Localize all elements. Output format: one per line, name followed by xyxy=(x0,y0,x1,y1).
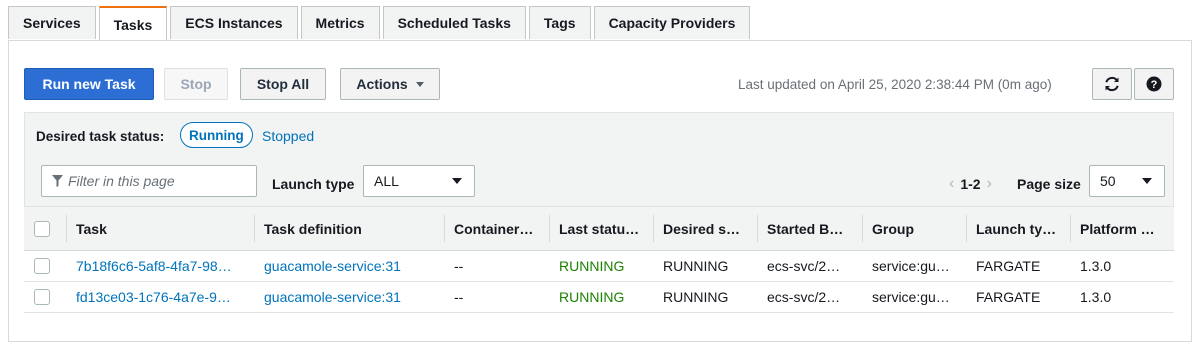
column-header-task[interactable]: Task xyxy=(66,206,254,251)
status-running-toggle[interactable]: Running xyxy=(180,122,253,148)
actions-label: Actions xyxy=(356,76,408,92)
refresh-icon xyxy=(1105,76,1119,92)
last-updated-text: Last updated on April 25, 2020 2:38:44 P… xyxy=(738,77,1052,92)
stop-button[interactable]: Stop xyxy=(164,68,228,100)
launch-type-select[interactable]: ALL xyxy=(363,165,475,197)
tab-metrics[interactable]: Metrics xyxy=(300,6,380,39)
tab-ecs-instances[interactable]: ECS Instances xyxy=(170,6,298,39)
platform-cell: 1.3.0 xyxy=(1070,250,1174,282)
launch-type-label: Launch type xyxy=(272,176,355,192)
column-header-platform[interactable]: Platform … xyxy=(1070,206,1174,251)
tab-capacity-providers[interactable]: Capacity Providers xyxy=(593,6,751,39)
tab-services[interactable]: Services xyxy=(8,6,96,39)
row-checkbox[interactable] xyxy=(34,258,50,274)
row-select-cell[interactable] xyxy=(24,250,66,282)
page-size-value: 50 xyxy=(1100,173,1116,189)
filter-placeholder: Filter in this page xyxy=(68,173,175,189)
svg-text:?: ? xyxy=(1151,79,1158,91)
filter-input[interactable]: Filter in this page xyxy=(41,165,257,197)
chevron-down-icon xyxy=(415,81,424,87)
chevron-down-icon xyxy=(1142,178,1152,184)
started-by-cell: ecs-svc/2… xyxy=(757,281,862,313)
next-page-icon[interactable]: › xyxy=(987,175,992,193)
group-cell: service:gu… xyxy=(862,250,966,282)
pagination: ‹ 1-2 › xyxy=(949,175,992,193)
task-definition-link[interactable]: guacamole-service:31 xyxy=(254,250,444,282)
status-stopped-toggle[interactable]: Stopped xyxy=(262,128,314,144)
desired-status-label: Desired task status: xyxy=(36,129,165,144)
task-id-link[interactable]: 7b18f6c6-5af8-4fa7-98… xyxy=(66,250,254,282)
launch-type-cell: FARGATE xyxy=(966,250,1070,282)
desired-status-cell: RUNNING xyxy=(653,250,757,282)
column-header-last-status[interactable]: Last statu… xyxy=(549,206,653,251)
column-header-launch-type[interactable]: Launch ty… xyxy=(966,206,1070,251)
service-tabs: Services Tasks ECS Instances Metrics Sch… xyxy=(8,6,751,41)
page-size-label: Page size xyxy=(1017,176,1081,192)
started-by-cell: ecs-svc/2… xyxy=(757,250,862,282)
chevron-down-icon xyxy=(452,178,462,184)
last-status-cell: RUNNING xyxy=(549,250,653,282)
actions-dropdown[interactable]: Actions xyxy=(340,68,440,100)
tab-scheduled-tasks[interactable]: Scheduled Tasks xyxy=(382,6,526,39)
column-header-desired-status[interactable]: Desired s… xyxy=(653,206,757,251)
column-header-container[interactable]: Container… xyxy=(444,206,549,251)
container-cell: -- xyxy=(444,281,549,313)
group-cell: service:gu… xyxy=(862,281,966,313)
prev-page-icon[interactable]: ‹ xyxy=(949,175,954,193)
table-row: 7b18f6c6-5af8-4fa7-98… guacamole-service… xyxy=(24,250,1174,282)
help-icon: ? xyxy=(1146,76,1162,92)
page-size-select[interactable]: 50 xyxy=(1089,165,1165,197)
tab-tags[interactable]: Tags xyxy=(528,6,591,39)
help-button[interactable]: ? xyxy=(1134,68,1174,100)
column-header-task-definition[interactable]: Task definition xyxy=(254,206,444,251)
column-header-started-by[interactable]: Started B… xyxy=(757,206,862,251)
row-select-cell[interactable] xyxy=(24,281,66,313)
launch-type-cell: FARGATE xyxy=(966,281,1070,313)
run-new-task-button[interactable]: Run new Task xyxy=(24,68,154,100)
refresh-button[interactable] xyxy=(1092,68,1132,100)
platform-cell: 1.3.0 xyxy=(1070,281,1174,313)
column-header-group[interactable]: Group xyxy=(862,206,966,251)
stop-all-button[interactable]: Stop All xyxy=(240,68,326,100)
filter-icon xyxy=(52,175,63,187)
filter-bar: Desired task status: Running Stopped Fil… xyxy=(24,112,1174,206)
task-id-link[interactable]: fd13ce03-1c76-4a7e-9… xyxy=(66,281,254,313)
launch-type-value: ALL xyxy=(374,173,399,189)
select-all-checkbox[interactable] xyxy=(34,220,50,237)
table-header-row: Task Task definition Container… Last sta… xyxy=(24,206,1174,251)
desired-status-cell: RUNNING xyxy=(653,281,757,313)
container-cell: -- xyxy=(444,250,549,282)
tab-tasks[interactable]: Tasks xyxy=(98,6,168,41)
task-definition-link[interactable]: guacamole-service:31 xyxy=(254,281,444,313)
page-range: 1-2 xyxy=(960,176,981,192)
select-all-cell[interactable] xyxy=(24,206,66,251)
tasks-table: Task Task definition Container… Last sta… xyxy=(24,206,1174,313)
table-row: fd13ce03-1c76-4a7e-9… guacamole-service:… xyxy=(24,281,1174,313)
row-checkbox[interactable] xyxy=(34,289,50,305)
last-status-cell: RUNNING xyxy=(549,281,653,313)
